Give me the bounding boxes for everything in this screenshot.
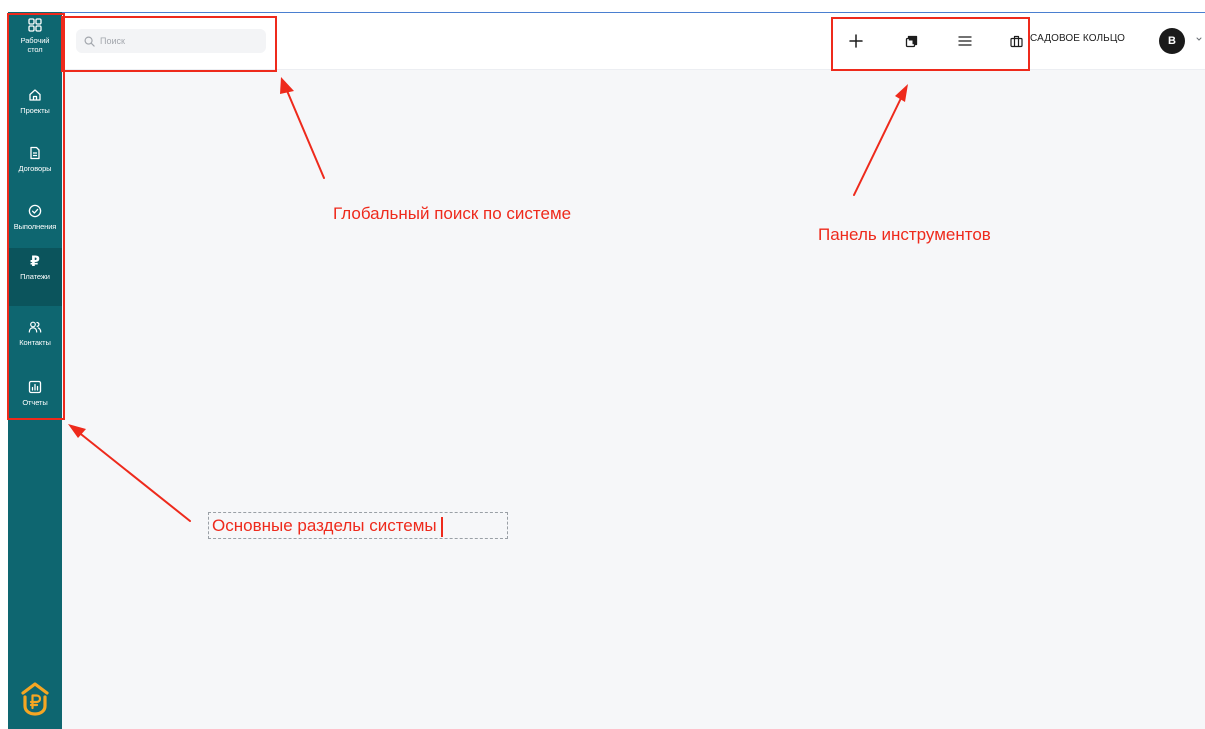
annotation-sections-label: Основные разделы системы bbox=[212, 516, 437, 535]
annotation-box-search bbox=[61, 16, 277, 72]
ruble-house-logo-icon bbox=[21, 682, 49, 716]
annotation-toolbar-label: Панель инструментов bbox=[818, 225, 991, 244]
annotation-box-sections bbox=[7, 13, 65, 420]
app-window: Рабочий стол Проекты Договоры Выполнения… bbox=[0, 0, 1205, 729]
annotation-sections-textbox: Основные разделы системы bbox=[208, 512, 508, 539]
main-content bbox=[62, 70, 1205, 729]
company-name[interactable]: САДОВОЕ КОЛЬЦО bbox=[1030, 33, 1125, 44]
text-caret bbox=[440, 516, 443, 537]
chevron-down-icon[interactable] bbox=[1195, 35, 1203, 43]
annotation-box-toolbar bbox=[831, 17, 1030, 71]
annotation-search-label: Глобальный поиск по системе bbox=[333, 204, 572, 223]
avatar[interactable]: В bbox=[1159, 28, 1185, 54]
